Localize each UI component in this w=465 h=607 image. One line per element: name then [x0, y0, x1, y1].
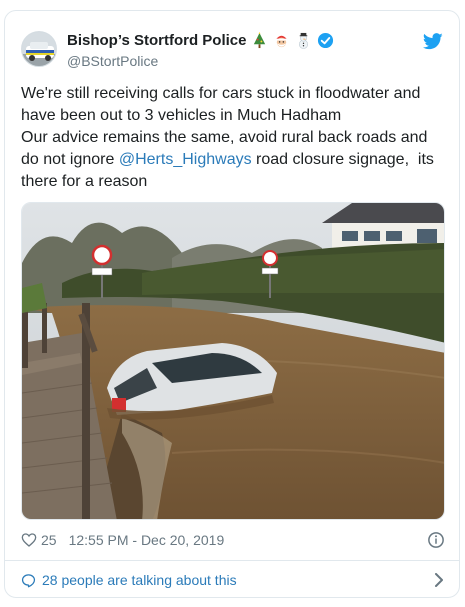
- info-icon[interactable]: [427, 531, 445, 549]
- tweet-meta-row: 25 12:55 PM - Dec 20, 2019: [21, 529, 445, 551]
- mention-link[interactable]: @Herts_Highways: [119, 151, 252, 168]
- author-name-row: Bishop’s Stortford Police: [67, 32, 334, 49]
- profile-avatar[interactable]: [21, 31, 57, 67]
- tweet-photo[interactable]: [21, 202, 445, 520]
- verified-badge-icon: [318, 32, 334, 49]
- divider: [5, 560, 459, 561]
- like-count[interactable]: 25: [41, 532, 57, 548]
- heart-icon[interactable]: [21, 532, 37, 548]
- speech-bubble-icon: [21, 573, 36, 587]
- snowman-icon: [299, 32, 309, 49]
- police-car-avatar-image: [22, 32, 56, 66]
- tweet-card: Bishop’s Stortford Police @BStortPolice …: [4, 10, 460, 598]
- twitter-bird-icon[interactable]: [423, 33, 443, 50]
- christmas-tree-icon: [254, 32, 266, 49]
- display-name[interactable]: Bishop’s Stortford Police: [67, 32, 246, 49]
- tweet-text: We're still receiving calls for cars stu…: [21, 83, 445, 193]
- santa-icon: [276, 35, 288, 48]
- tweet-timestamp[interactable]: 12:55 PM - Dec 20, 2019: [69, 532, 225, 548]
- author-handle[interactable]: @BStortPolice: [67, 53, 158, 69]
- conversation-link[interactable]: 28 people are talking about this: [21, 569, 445, 591]
- flooded-road-car-image: [22, 203, 444, 519]
- chevron-right-icon[interactable]: [433, 573, 445, 587]
- conversation-count-label[interactable]: 28 people are talking about this: [42, 572, 237, 588]
